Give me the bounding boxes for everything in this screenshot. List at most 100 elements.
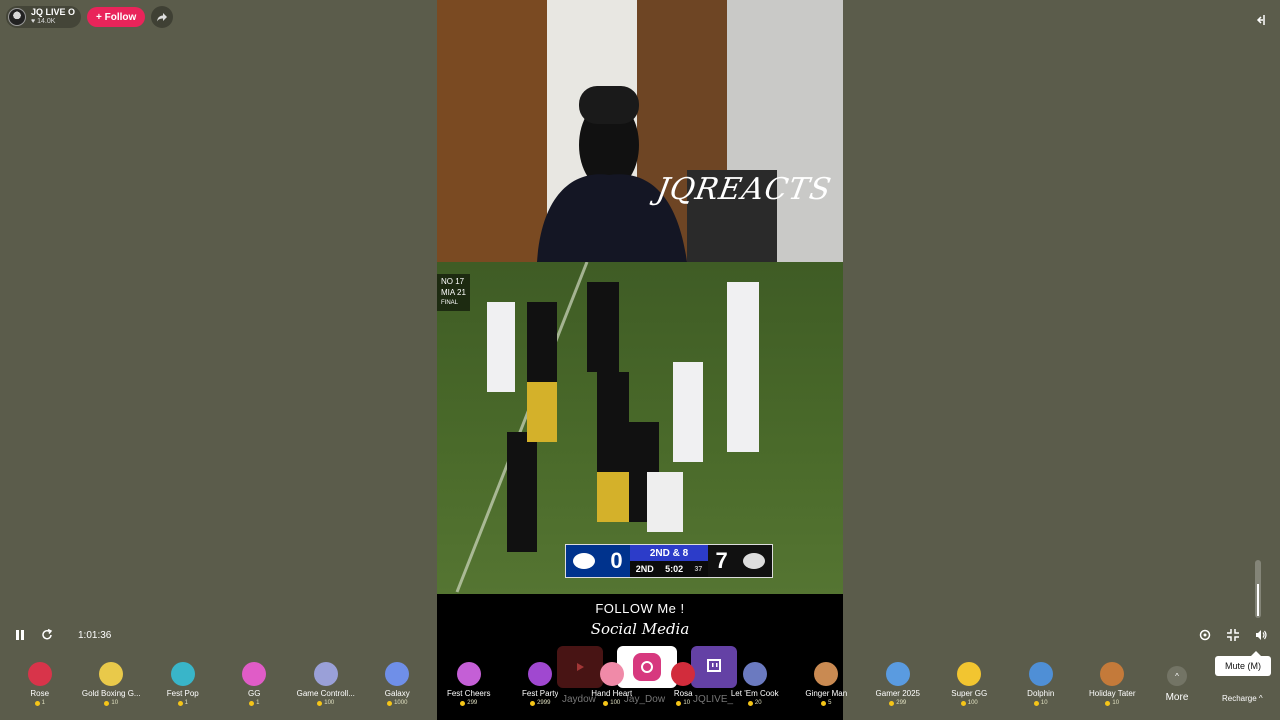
mini-score-line: MIA 21 (441, 288, 466, 297)
avatar[interactable] (8, 8, 26, 26)
gift-item[interactable]: Let 'Em Cook 20 (719, 656, 791, 716)
gift-price: 299 (460, 700, 477, 706)
gift-icon (528, 662, 553, 686)
recharge-button[interactable]: Recharge ^ (1222, 694, 1263, 703)
gift-icon (957, 662, 982, 686)
elapsed-time: 1:01:36 (78, 629, 112, 641)
gift-item[interactable]: Dolphin 10 (1005, 656, 1077, 716)
gift-price-value: 10 (111, 700, 119, 706)
gift-item[interactable]: Fest Party 2999 (505, 656, 577, 716)
mini-score-line: FINAL (441, 300, 459, 306)
gift-icon (671, 662, 696, 686)
volume-icon[interactable] (1254, 628, 1268, 642)
gift-name: Galaxy (384, 689, 410, 698)
gift-price-value: 20 (754, 700, 762, 706)
gift-item[interactable]: Rosa 10 (648, 656, 720, 716)
gift-price-value: 10 (683, 700, 691, 706)
gift-price-value: 10 (1040, 700, 1048, 706)
gift-item[interactable]: Fest Cheers 299 (433, 656, 505, 716)
player-controls-right (1198, 628, 1268, 642)
gift-item[interactable]: Gamer 2025 299 (862, 656, 934, 716)
steelers-logo-icon (742, 553, 765, 569)
gift-name: Fest Pop (166, 689, 199, 698)
gift-item[interactable]: Rose 1 (4, 656, 76, 716)
coin-icon (960, 700, 966, 706)
mini-scoreboard: NO 17 MIA 21 FINAL (437, 274, 470, 311)
gift-price: 20 (747, 700, 762, 706)
gift-item[interactable]: Game Controll... 100 (290, 656, 362, 716)
gift-price: 2999 (530, 700, 550, 706)
host-profile[interactable]: JQ LIVE O ♥ 14.0K (6, 6, 82, 28)
coin-icon (821, 700, 827, 706)
webcam-feed: JQREACTS (437, 0, 843, 262)
streamer-figure (537, 86, 777, 262)
coin-icon (34, 700, 40, 706)
coin-icon (104, 700, 110, 706)
player-controls-left: 1:01:36 (14, 628, 111, 642)
down-distance: 2ND & 8 (630, 545, 708, 561)
gift-item[interactable]: Holiday Tater 10 (1077, 656, 1149, 716)
chevron-up-icon: ^ (1167, 666, 1187, 686)
gift-item[interactable]: Fest Pop 1 (147, 656, 219, 716)
gift-price-value: 1 (256, 700, 260, 706)
gift-price: 10 (1105, 700, 1119, 706)
gift-price: 1 (34, 700, 45, 706)
gift-price-value: 1000 (394, 700, 408, 706)
gift-price: 10 (1033, 700, 1048, 706)
gift-item[interactable]: Super GG 100 (934, 656, 1006, 716)
share-button[interactable] (151, 6, 174, 28)
gift-price-value: 5 (828, 700, 832, 706)
gift-name: Fest Party (522, 689, 559, 698)
channel-watermark: JQREACTS (653, 172, 835, 207)
pause-icon[interactable] (14, 629, 26, 641)
host-likes-count: 14.0K (37, 18, 56, 25)
gift-price-value: 10 (1112, 700, 1120, 706)
gift-name: Gold Boxing G... (81, 689, 141, 698)
more-label: More (1165, 692, 1189, 703)
host-likes: ♥ 14.0K (31, 18, 56, 25)
gift-name: Rosa (673, 689, 693, 698)
volume-level (1257, 584, 1259, 616)
gift-price: 100 (960, 700, 978, 706)
gift-price: 299 (889, 700, 906, 706)
gift-price: 1 (249, 700, 259, 706)
away-score: 0 (610, 548, 623, 573)
gift-item[interactable]: GG 1 (219, 656, 291, 716)
gift-icon (1100, 662, 1125, 686)
gift-price: 5 (821, 700, 831, 706)
host-name: JQ LIVE O (31, 7, 76, 17)
gift-name: Game Controll... (296, 689, 355, 698)
gift-price-value: 1 (41, 700, 45, 706)
gift-price: 1 (177, 700, 188, 706)
gift-item[interactable]: Ginger Man 5 (791, 656, 863, 716)
gift-price: 100 (317, 700, 334, 706)
gift-name: Let 'Em Cook (730, 689, 779, 698)
gift-price: 10 (104, 700, 118, 706)
exit-fullscreen-icon[interactable] (1226, 628, 1240, 642)
gift-item[interactable]: Hand Heart 100 (576, 656, 648, 716)
collapse-panel-icon[interactable] (1252, 12, 1268, 28)
gift-price-value: 299 (467, 700, 478, 706)
game-broadcast: NO 17 MIA 21 FINAL 0 2ND & 8 2ND 5:02 37… (437, 262, 843, 594)
game-clock: 5:02 (665, 564, 684, 574)
coin-icon (177, 700, 183, 706)
coin-icon (460, 700, 466, 706)
gift-icon (742, 662, 767, 686)
gift-item[interactable]: Gold Boxing G... 10 (76, 656, 148, 716)
gift-icon (27, 662, 52, 686)
video-player[interactable]: JQREACTS NO 17 MIA 21 FINAL 0 2ND & 8 2N… (437, 0, 843, 720)
away-team: 0 (566, 545, 630, 577)
more-gifts-button[interactable]: ^ More (1152, 656, 1202, 716)
gift-icon (814, 662, 839, 686)
play-clock: 37 (694, 565, 703, 573)
refresh-icon[interactable] (40, 628, 54, 642)
gift-item[interactable]: Galaxy 1000 (362, 656, 434, 716)
gift-price-value: 100 (967, 700, 978, 706)
settings-gear-icon[interactable] (1198, 628, 1212, 642)
follow-button[interactable]: + Follow (87, 7, 146, 27)
gift-price: 100 (603, 700, 620, 706)
coin-icon (530, 700, 536, 706)
coin-icon (676, 700, 682, 706)
gift-icon (1028, 662, 1053, 686)
gift-price-value: 299 (896, 700, 907, 706)
